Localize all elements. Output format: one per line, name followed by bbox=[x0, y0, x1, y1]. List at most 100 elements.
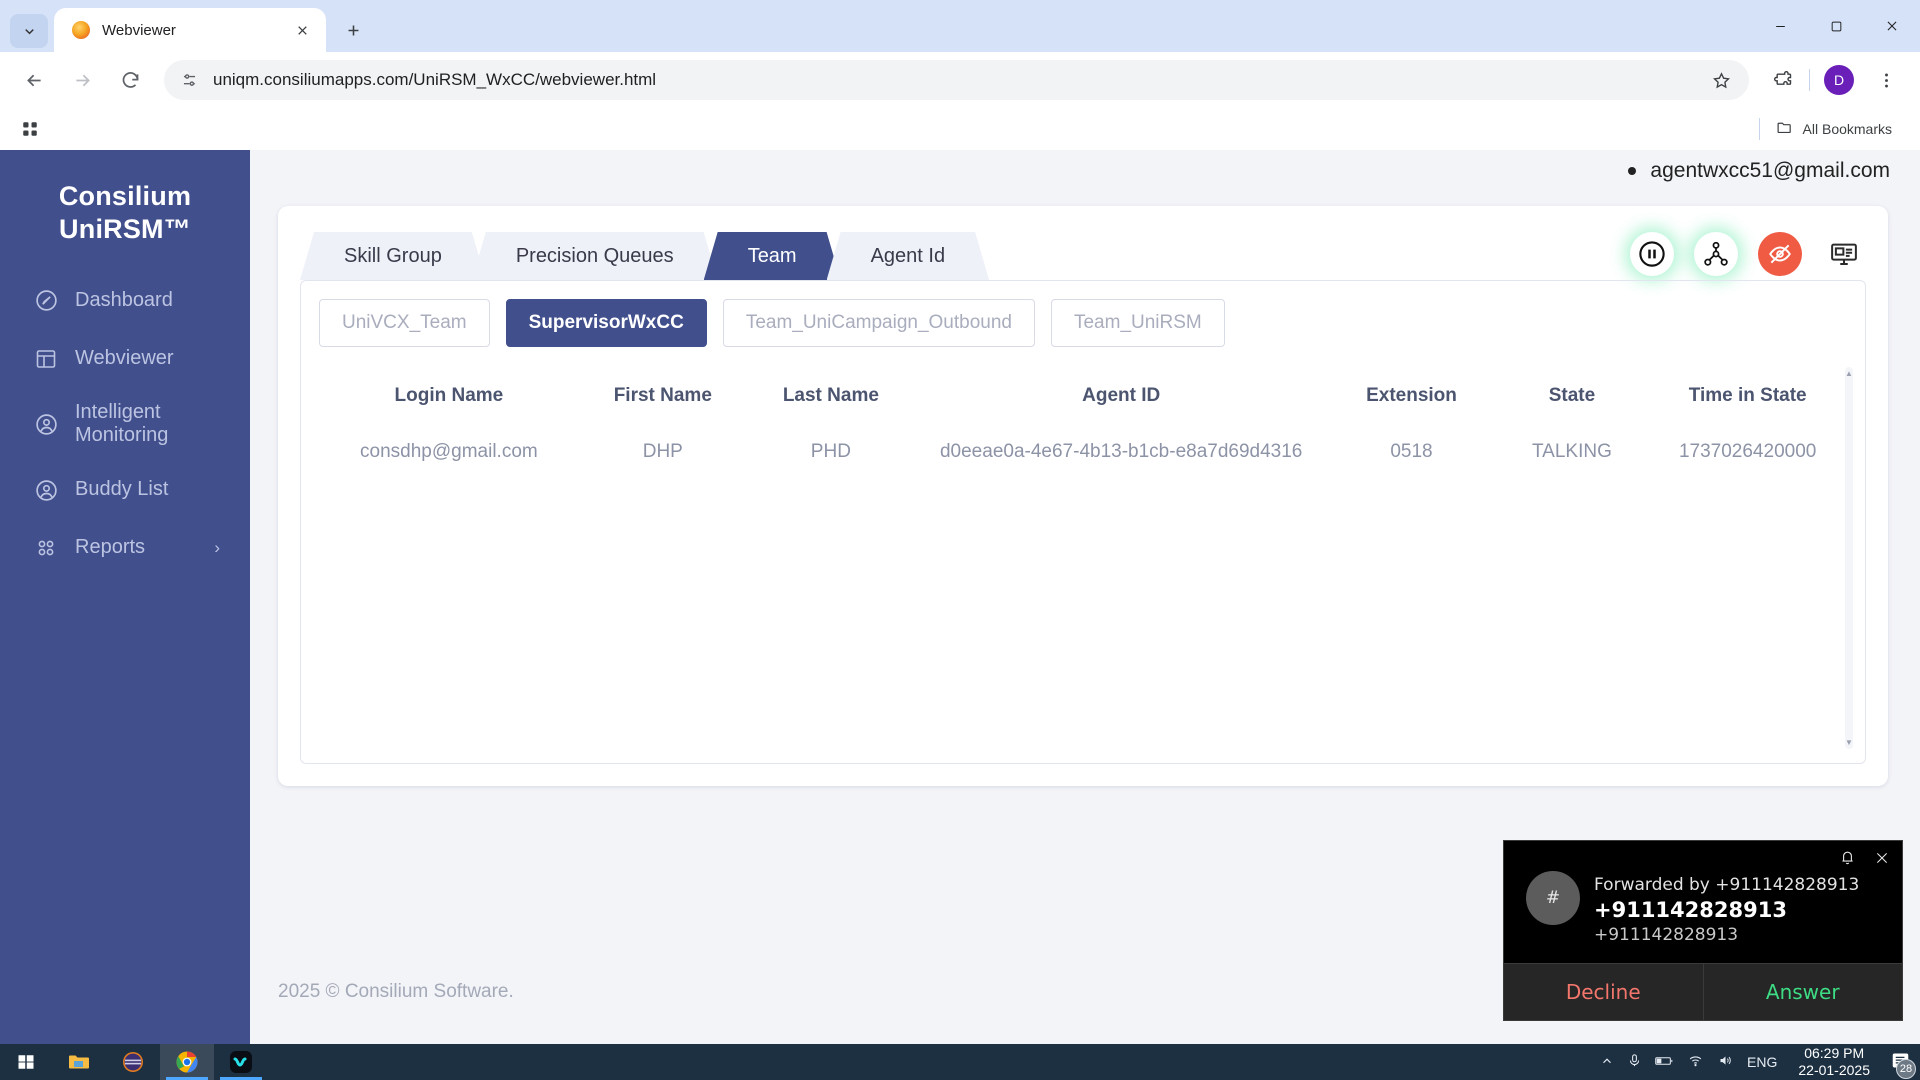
col-login-name: Login Name bbox=[319, 367, 579, 425]
bookmark-bar: All Bookmarks bbox=[0, 108, 1920, 150]
brand-line1: Consilium bbox=[10, 180, 240, 213]
show-hidden-icons-chevron-icon[interactable] bbox=[1600, 1054, 1614, 1071]
browser-toolbar: uniqm.consiliumapps.com/UniRSM_WxCC/webv… bbox=[0, 52, 1920, 108]
sidebar-item-reports[interactable]: Reports › bbox=[0, 519, 250, 577]
chrome-menu-icon[interactable] bbox=[1866, 60, 1906, 100]
close-icon[interactable] bbox=[1874, 850, 1890, 871]
scroll-down-arrow-icon[interactable]: ▼ bbox=[1845, 738, 1853, 747]
chevron-right-icon[interactable]: › bbox=[214, 538, 220, 558]
subtab-team-unicampaign-outbound[interactable]: Team_UniCampaign_Outbound bbox=[723, 299, 1035, 347]
toast-header: # Forwarded by +911142828913 +9111428289… bbox=[1504, 841, 1902, 963]
forward-button[interactable] bbox=[62, 60, 102, 100]
tab-team[interactable]: Team bbox=[704, 232, 841, 280]
window-controls bbox=[1752, 0, 1920, 52]
hide-eye-icon[interactable] bbox=[1758, 232, 1802, 276]
address-bar[interactable]: uniqm.consiliumapps.com/UniRSM_WxCC/webv… bbox=[164, 60, 1749, 100]
browser-tab-webviewer[interactable]: Webviewer bbox=[54, 8, 326, 52]
answer-call-button[interactable]: Answer bbox=[1704, 964, 1903, 1020]
taskbar-clock[interactable]: 06:29 PM 22-01-2025 bbox=[1790, 1045, 1878, 1080]
system-tray: ENG 06:29 PM 22-01-2025 28 bbox=[1600, 1045, 1920, 1080]
col-time-in-state: Time in State bbox=[1648, 367, 1847, 425]
new-tab-button[interactable] bbox=[336, 13, 370, 47]
col-agent-id: Agent ID bbox=[915, 367, 1328, 425]
cell-agent-id: d0eeae0a-4e67-4b13-b1cb-e8a7d69d4316 bbox=[915, 425, 1328, 479]
back-button[interactable] bbox=[14, 60, 54, 100]
bookmark-star-icon[interactable] bbox=[1707, 71, 1735, 90]
incoming-call-toast: # Forwarded by +911142828913 +9111428289… bbox=[1503, 840, 1903, 1021]
wifi-icon[interactable] bbox=[1687, 1053, 1704, 1071]
subtab-supervisorwxcc[interactable]: SupervisorWxCC bbox=[506, 299, 707, 347]
sidebar-item-buddy-list[interactable]: Buddy List bbox=[0, 461, 250, 519]
layout-icon bbox=[33, 346, 59, 372]
bell-icon[interactable] bbox=[1839, 849, 1856, 871]
window-close-button[interactable] bbox=[1864, 6, 1920, 46]
team-subtabs: UniVCX_Team SupervisorWxCC Team_UniCampa… bbox=[319, 299, 1847, 347]
battery-icon[interactable] bbox=[1655, 1054, 1674, 1071]
volume-icon[interactable] bbox=[1717, 1053, 1734, 1071]
cell-time-in-state: 1737026420000 bbox=[1648, 425, 1847, 479]
file-explorer-icon[interactable] bbox=[52, 1044, 106, 1080]
footer-copyright: 2025 © Consilium Software. bbox=[278, 981, 514, 1003]
toast-buttons: Decline Answer bbox=[1504, 963, 1902, 1020]
language-indicator[interactable]: ENG bbox=[1747, 1054, 1777, 1070]
microphone-icon[interactable] bbox=[1627, 1053, 1642, 1071]
bookmark-divider bbox=[1759, 118, 1760, 140]
tab-skill-group[interactable]: Skill Group bbox=[300, 232, 486, 280]
cell-state: TALKING bbox=[1496, 425, 1649, 479]
cell-first-name: DHP bbox=[579, 425, 747, 479]
action-center-icon[interactable]: 28 bbox=[1891, 1051, 1910, 1073]
agents-table-wrapper: Login Name First Name Last Name Agent ID… bbox=[319, 367, 1847, 749]
decline-call-button[interactable]: Decline bbox=[1504, 964, 1704, 1020]
webex-icon[interactable] bbox=[214, 1044, 268, 1080]
browser-tabstrip: Webviewer bbox=[0, 0, 1920, 52]
user-circle-icon bbox=[33, 477, 59, 503]
pause-icon[interactable] bbox=[1630, 232, 1674, 276]
subtab-univcx-team[interactable]: UniVCX_Team bbox=[319, 299, 490, 347]
subtab-team-unirsm[interactable]: Team_UniRSM bbox=[1051, 299, 1225, 347]
tab-search-chevron-icon[interactable] bbox=[10, 14, 48, 48]
tab-label: Team bbox=[748, 245, 797, 268]
flame-icon bbox=[72, 21, 90, 39]
url-text: uniqm.consiliumapps.com/UniRSM_WxCC/webv… bbox=[213, 70, 1707, 90]
clock-time: 06:29 PM bbox=[1798, 1045, 1870, 1063]
maximize-button[interactable] bbox=[1808, 6, 1864, 46]
reload-button[interactable] bbox=[110, 60, 150, 100]
chrome-icon[interactable] bbox=[160, 1044, 214, 1080]
profile-avatar[interactable]: D bbox=[1824, 65, 1854, 95]
col-extension: Extension bbox=[1327, 367, 1495, 425]
table-row[interactable]: consdhp@gmail.com DHP PHD d0eeae0a-4e67-… bbox=[319, 425, 1847, 479]
subtab-label: SupervisorWxCC bbox=[529, 312, 684, 333]
team-network-icon[interactable] bbox=[1694, 232, 1738, 276]
site-settings-icon[interactable] bbox=[180, 71, 199, 90]
tab-label: Skill Group bbox=[344, 245, 442, 268]
sidebar-item-label: Intelligent Monitoring bbox=[75, 401, 205, 448]
windows-taskbar: ENG 06:29 PM 22-01-2025 28 bbox=[0, 1044, 1920, 1080]
forwarded-by-label: Forwarded by +911142828913 bbox=[1594, 875, 1859, 895]
tab-agent-id[interactable]: Agent Id bbox=[827, 232, 990, 280]
close-icon[interactable] bbox=[290, 18, 314, 42]
agents-table: Login Name First Name Last Name Agent ID… bbox=[319, 367, 1847, 479]
all-bookmarks-entry[interactable]: All Bookmarks bbox=[1759, 118, 1906, 140]
table-scrollbar[interactable]: ▲ ▼ bbox=[1845, 367, 1853, 749]
monitor-screen-icon[interactable] bbox=[1822, 232, 1866, 276]
col-first-name: First Name bbox=[579, 367, 747, 425]
media-icon[interactable] bbox=[106, 1044, 160, 1080]
all-bookmarks-label: All Bookmarks bbox=[1803, 121, 1892, 137]
scroll-up-arrow-icon[interactable]: ▲ bbox=[1845, 369, 1853, 378]
sidebar-item-webviewer[interactable]: Webviewer bbox=[0, 330, 250, 388]
team-panel: UniVCX_Team SupervisorWxCC Team_UniCampa… bbox=[300, 280, 1866, 764]
sidebar-item-label: Dashboard bbox=[75, 289, 173, 313]
apps-grid-icon[interactable] bbox=[14, 113, 46, 145]
caller-info: Forwarded by +911142828913 +911142828913… bbox=[1594, 857, 1859, 945]
extensions-icon[interactable] bbox=[1763, 60, 1803, 100]
cell-last-name: PHD bbox=[747, 425, 915, 479]
windows-start-icon[interactable] bbox=[0, 1044, 52, 1080]
minimize-button[interactable] bbox=[1752, 6, 1808, 46]
sidebar-item-intelligent-monitoring[interactable]: Intelligent Monitoring bbox=[0, 388, 250, 461]
brand-line2: UniRSM™ bbox=[10, 213, 240, 246]
current-user[interactable]: agentwxcc51@gmail.com bbox=[1628, 159, 1890, 183]
tab-precision-queues[interactable]: Precision Queues bbox=[472, 232, 718, 280]
toolbar-divider bbox=[1809, 69, 1810, 91]
sidebar-item-dashboard[interactable]: Dashboard bbox=[0, 272, 250, 330]
notification-count-badge: 28 bbox=[1896, 1059, 1916, 1079]
